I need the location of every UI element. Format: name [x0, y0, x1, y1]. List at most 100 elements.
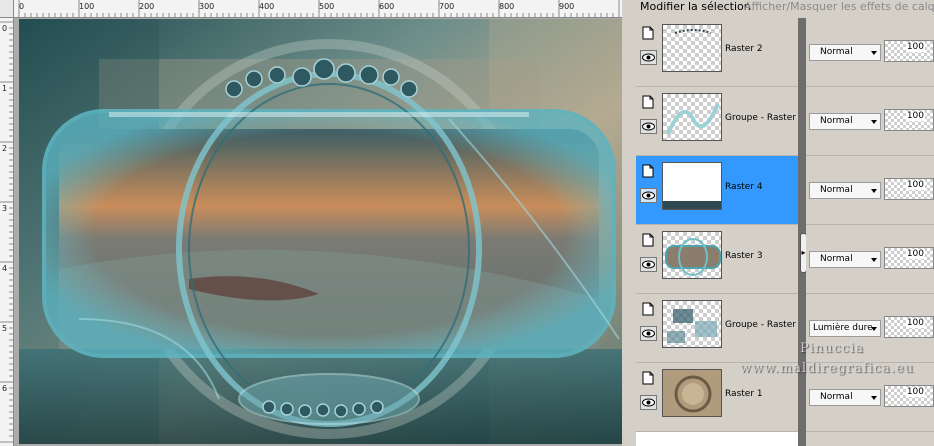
layer-row-raster-1[interactable]: Raster 1: [636, 363, 798, 432]
layer-row-raster-2[interactable]: Raster 2: [636, 18, 798, 87]
toggle-layer-effects-button[interactable]: Afficher/Masquer les effets de calque: [744, 0, 934, 14]
visibility-toggle[interactable]: [640, 50, 657, 65]
page-icon[interactable]: [642, 95, 654, 109]
ruler-label: 900: [559, 2, 575, 11]
ruler-label: 800: [499, 2, 515, 11]
group-raster-2b-thumb-image: [667, 309, 717, 343]
visibility-toggle[interactable]: [640, 188, 657, 203]
layer-row-raster-3[interactable]: Raster 3: [636, 225, 798, 294]
blend-mode-value: Lumière dure: [813, 323, 873, 333]
vertical-ruler: 0 1 2 3 4 5 6: [0, 18, 14, 446]
ruler-label: 1: [2, 84, 8, 93]
layer-thumbnail: [662, 231, 722, 279]
layer-row-group-raster-2[interactable]: Groupe - Raster 2: [636, 87, 805, 156]
blend-mode-dropdown[interactable]: Normal: [809, 389, 881, 406]
opacity-field[interactable]: 100: [884, 178, 934, 200]
opacity-value: 100: [905, 387, 925, 397]
layer-props-row: Lumière dure 100: [806, 294, 934, 363]
opacity-field[interactable]: 100: [884, 40, 934, 62]
ruler-label: 3: [2, 204, 8, 213]
page-icon[interactable]: [642, 164, 654, 178]
blend-mode-dropdown[interactable]: Normal: [809, 182, 881, 199]
blend-mode-dropdown[interactable]: Normal: [809, 44, 881, 61]
dropdown-arrow-icon: [871, 189, 877, 193]
layer-thumbnail: [662, 24, 722, 72]
layers-palette: Modifier la sélection Afficher/Masquer l…: [636, 0, 934, 446]
visibility-toggle[interactable]: [640, 119, 657, 134]
visibility-toggle[interactable]: [640, 395, 657, 410]
layers-toolbar: Modifier la sélection Afficher/Masquer l…: [636, 0, 934, 18]
blend-mode-value: Normal: [820, 47, 853, 57]
blend-mode-value: Normal: [820, 254, 853, 264]
layer-thumbnail: [662, 93, 722, 141]
visibility-toggle[interactable]: [640, 326, 657, 341]
horizontal-ruler: 0 100 200 300 400 500 600 700 800 900: [14, 0, 622, 18]
layer-name: Raster 1: [725, 389, 763, 399]
layer-thumbnail: [662, 369, 722, 417]
opacity-value: 100: [905, 180, 925, 190]
ruler-corner: [0, 0, 14, 18]
ruler-label: 600: [379, 2, 395, 11]
ruler-label: 2: [2, 144, 8, 153]
dropdown-arrow-icon: [871, 258, 877, 262]
dropdown-arrow-icon: [871, 51, 877, 55]
ruler-label: 700: [439, 2, 455, 11]
layer-name: Groupe - Raster 2: [725, 320, 805, 330]
opacity-field[interactable]: 100: [884, 247, 934, 269]
app-window: 0 100 200 300 400 500 600 700 800 900 0 …: [0, 0, 934, 446]
eye-icon: [642, 122, 655, 131]
eye-icon: [642, 260, 655, 269]
chevron-right-icon: ▸: [801, 248, 806, 257]
group-raster-2-thumb-image: [666, 103, 720, 135]
page-icon[interactable]: [642, 233, 654, 247]
opacity-field[interactable]: 100: [884, 316, 934, 338]
layer-thumbnail: [662, 162, 722, 210]
raster-1-thumb-image: [674, 375, 712, 413]
modify-selection-button[interactable]: Modifier la sélection: [640, 0, 751, 14]
blend-mode-dropdown[interactable]: Normal: [809, 251, 881, 268]
dropdown-arrow-icon: [871, 327, 877, 331]
layer-thumbnail: [662, 300, 722, 348]
blend-mode-dropdown[interactable]: Lumière dure: [809, 320, 881, 337]
eye-icon: [642, 329, 655, 338]
ruler-label: 300: [199, 2, 215, 11]
opacity-value: 100: [905, 318, 925, 328]
layer-props-row: Normal 100: [806, 18, 934, 87]
eye-icon: [642, 398, 655, 407]
layer-row-group-raster-2b[interactable]: Groupe - Raster 2: [636, 294, 805, 363]
page-icon[interactable]: [642, 26, 654, 40]
opacity-value: 100: [905, 249, 925, 259]
page-icon[interactable]: [642, 371, 654, 385]
opacity-value: 100: [905, 111, 925, 121]
layer-row-raster-4[interactable]: Raster 4: [636, 156, 798, 225]
layer-props-row: Normal 100: [806, 87, 934, 156]
ruler-label: 0: [19, 2, 25, 11]
dropdown-arrow-icon: [871, 120, 877, 124]
raster-2-thumb-image: [674, 29, 712, 34]
image-canvas[interactable]: [19, 19, 622, 444]
blend-mode-value: Normal: [820, 116, 853, 126]
page-icon[interactable]: [642, 302, 654, 316]
blend-mode-dropdown[interactable]: Normal: [809, 113, 881, 130]
layer-props-row: Normal 100: [806, 156, 934, 225]
eye-icon: [642, 191, 655, 200]
raster-4-thumb-image: [663, 201, 721, 209]
opacity-field[interactable]: 100: [884, 109, 934, 131]
ruler-label: 0: [2, 24, 8, 33]
horizontal-ruler-ticks: [18, 0, 620, 17]
visibility-toggle[interactable]: [640, 257, 657, 272]
blend-mode-value: Normal: [820, 392, 853, 402]
layer-name: Raster 4: [725, 182, 763, 192]
raster-3-thumb-image: [665, 238, 721, 276]
vertical-ruler-ticks: [0, 21, 13, 443]
opacity-field[interactable]: 100: [884, 385, 934, 407]
layer-props-row: Normal 100: [806, 225, 934, 294]
ruler-label: 4: [2, 264, 8, 273]
layer-name: Groupe - Raster 2: [725, 113, 805, 123]
panel-splitter[interactable]: [798, 18, 806, 446]
ruler-label: 6: [2, 384, 8, 393]
ruler-label: 500: [319, 2, 335, 11]
canvas-pane: 0 100 200 300 400 500 600 700 800 900 0 …: [0, 0, 622, 446]
blend-mode-value: Normal: [820, 185, 853, 195]
layer-properties-column: Normal 100 Normal 100 Normal 100 Normal …: [806, 18, 934, 446]
